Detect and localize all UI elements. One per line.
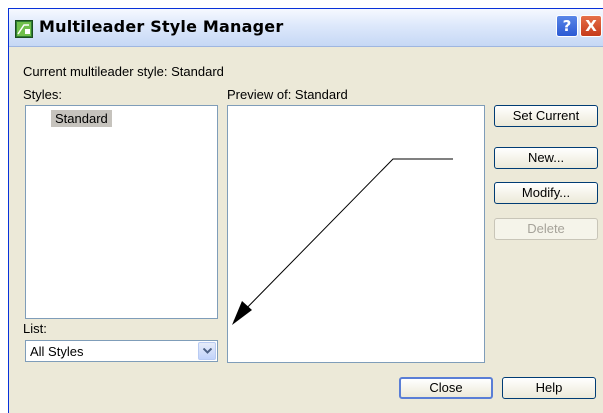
preview-pane [227, 105, 485, 363]
close-title-button[interactable]: X [580, 15, 602, 37]
list-item[interactable]: Standard [51, 110, 112, 127]
set-current-button[interactable]: Set Current [494, 105, 598, 127]
multileader-preview-graphic [232, 158, 453, 325]
help-button[interactable]: Help [502, 377, 596, 399]
list-filter-value: All Styles [30, 344, 84, 359]
dialog-window: Multileader Style Manager ? X Current mu… [8, 8, 603, 413]
chevron-down-icon[interactable] [198, 342, 216, 360]
preview-label: Preview of: Standard [227, 87, 348, 102]
styles-list[interactable]: Standard [25, 105, 218, 319]
help-title-button[interactable]: ? [556, 15, 578, 37]
delete-button[interactable]: Delete [494, 218, 598, 240]
new-button[interactable]: New... [494, 147, 598, 169]
arrowhead-icon [232, 301, 252, 325]
list-filter-select[interactable]: All Styles [25, 340, 218, 362]
title-bar[interactable]: Multileader Style Manager ? X [9, 9, 603, 47]
styles-label: Styles: [23, 87, 63, 102]
multileader-app-icon [15, 20, 33, 38]
current-style-label: Current multileader style: Standard [23, 64, 224, 79]
window-title: Multileader Style Manager [39, 17, 284, 36]
list-label: List: [23, 321, 47, 336]
modify-button[interactable]: Modify... [494, 182, 598, 204]
close-button[interactable]: Close [399, 377, 493, 399]
